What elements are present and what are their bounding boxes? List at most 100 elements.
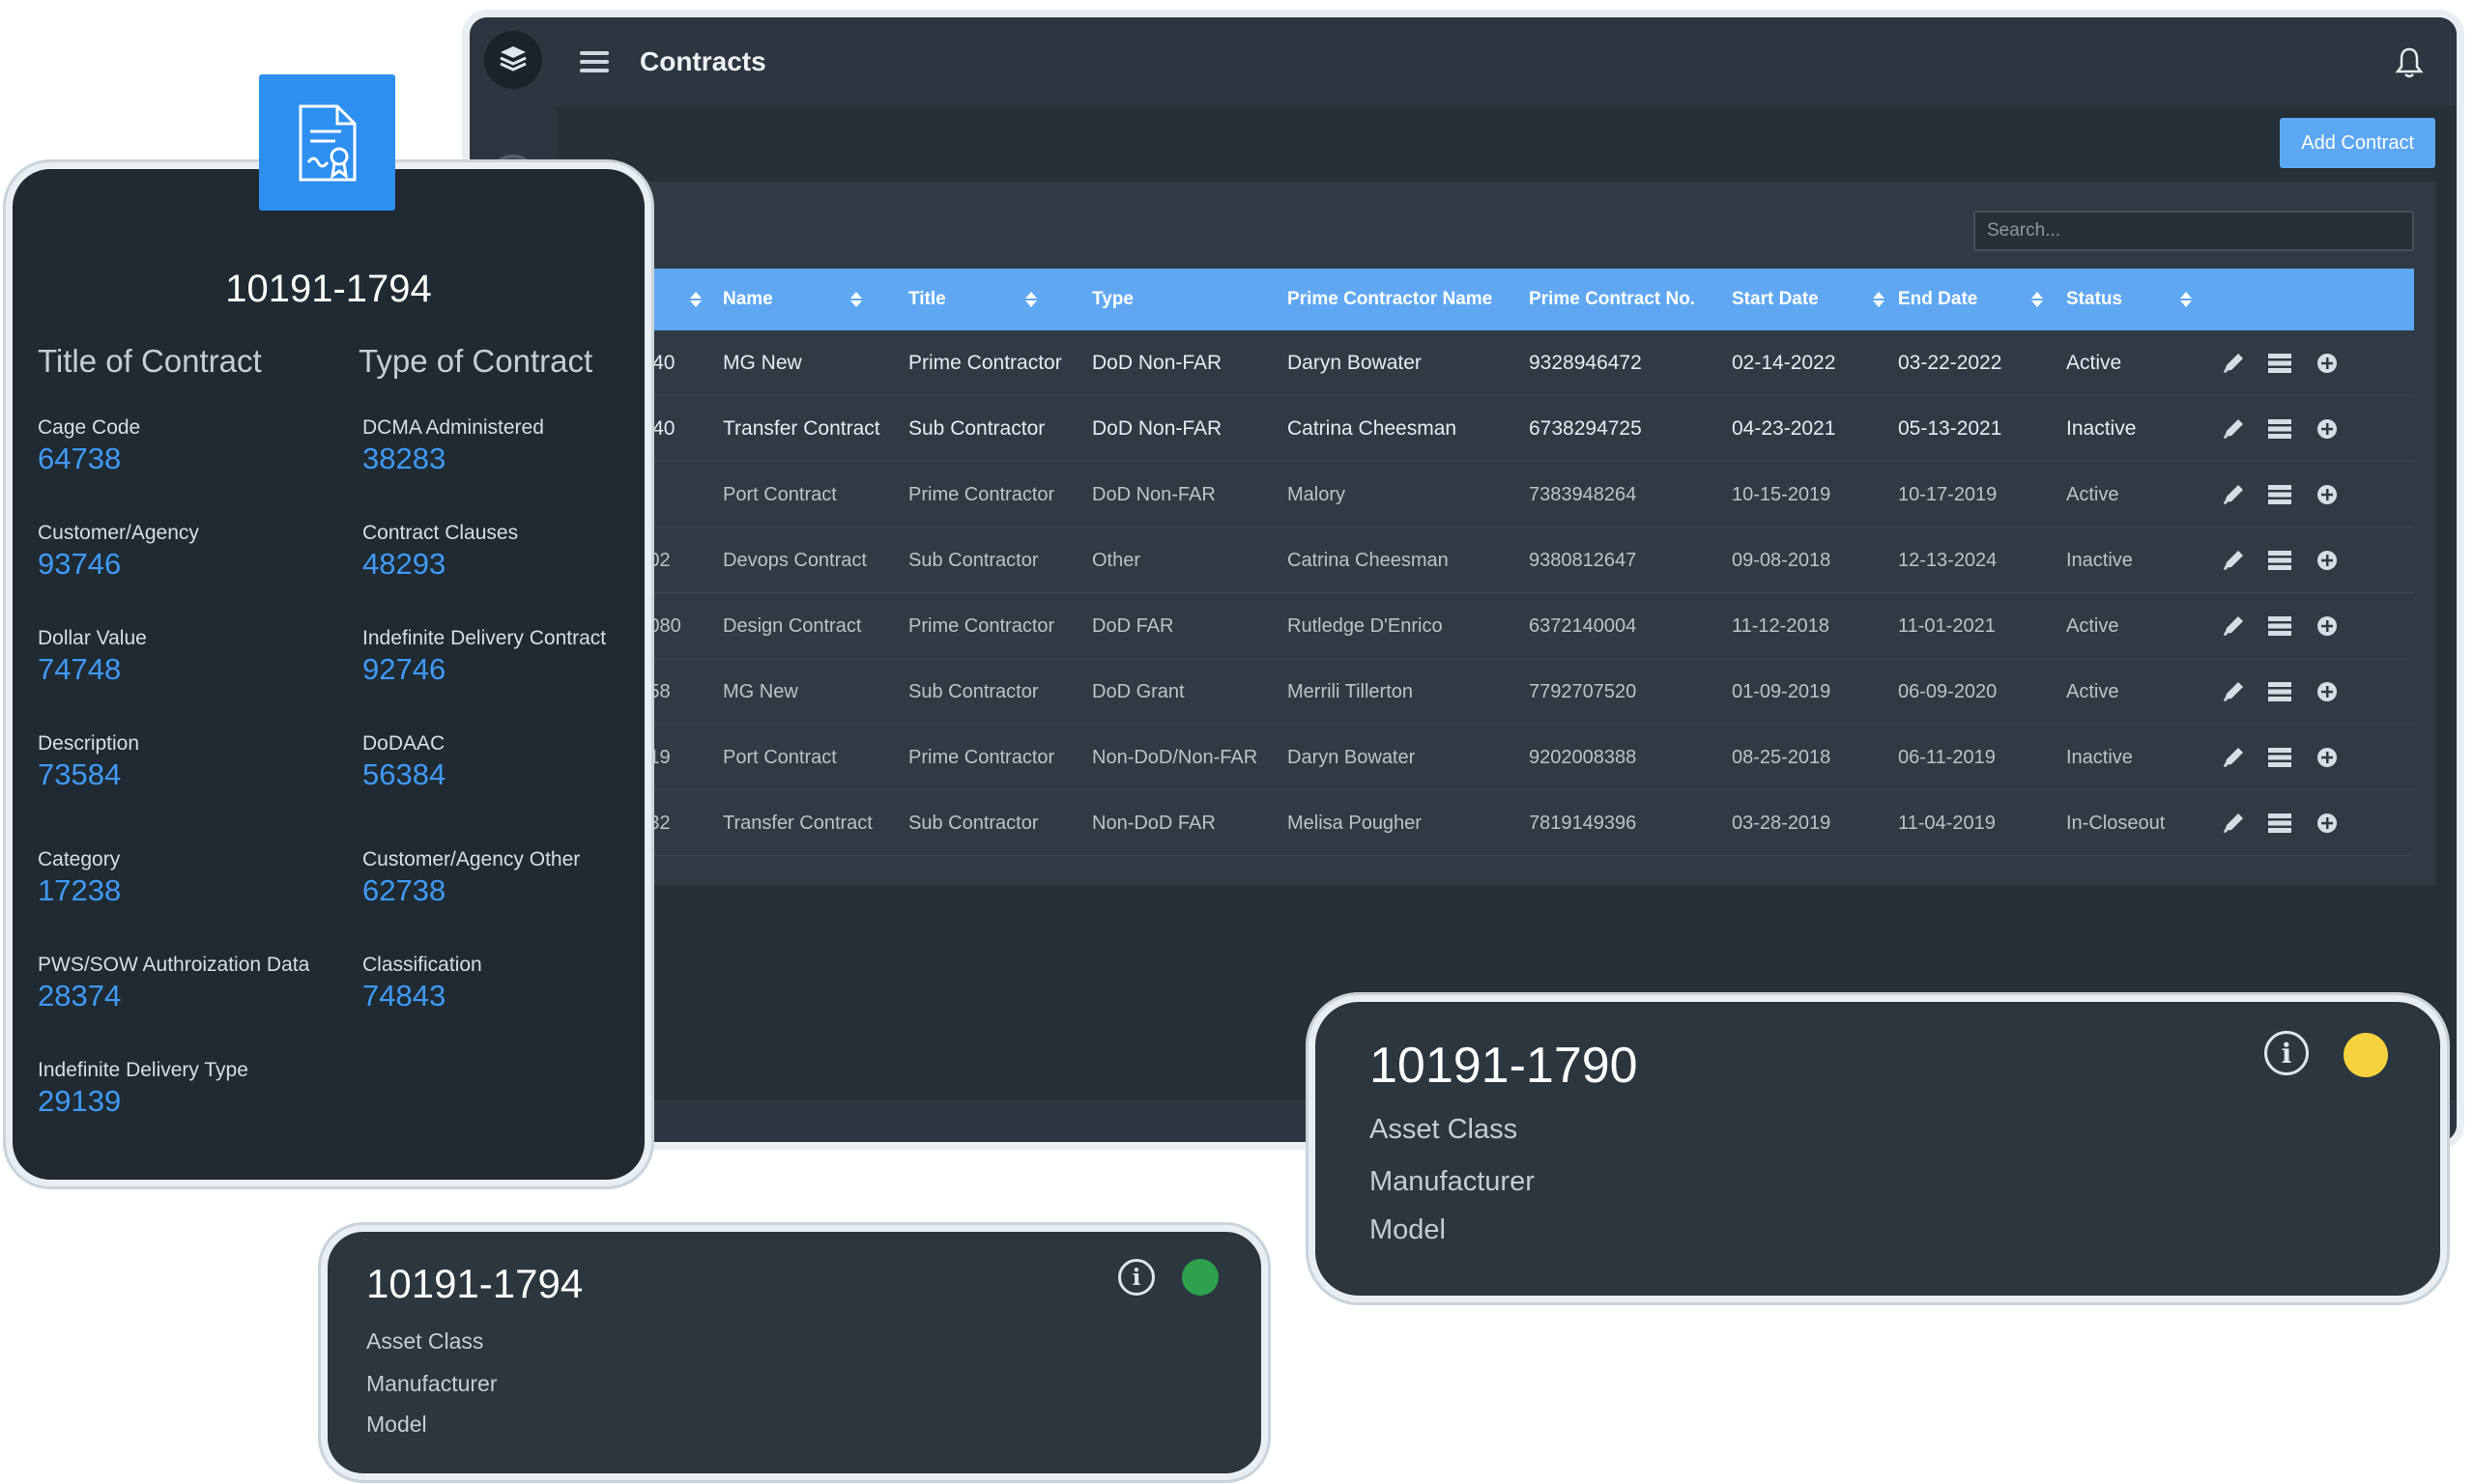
field-value: 56384 <box>362 757 446 791</box>
asset-card[interactable]: 10191-1794 Asset Class Manufacturer Mode… <box>321 1225 1268 1480</box>
column-header[interactable]: Name <box>723 289 862 310</box>
sort-icon[interactable] <box>1872 292 1884 307</box>
contract-id: 10191-1794 <box>225 268 432 310</box>
table-cell: 12-13-2024 <box>1898 550 1998 571</box>
field-label: Customer/Agency Other <box>362 848 581 870</box>
table-row[interactable]: 69190-258MG NewSub ContractorDoD GrantMe… <box>578 659 2414 725</box>
edit-pencil-icon[interactable] <box>2221 812 2246 835</box>
asset-card[interactable]: 10191-1790 Asset Class Manufacturer Mode… <box>1309 995 2447 1302</box>
table-row[interactable]: 63187-032Transfer ContractSub Contractor… <box>578 790 2414 856</box>
column-header-label: End Date <box>1898 289 1978 309</box>
field-value: 73584 <box>38 757 122 791</box>
column-header[interactable]: Status <box>2066 289 2193 310</box>
details-list-icon[interactable] <box>2267 417 2292 441</box>
table-row[interactable]: FirstPort ContractPrime ContractorDoD No… <box>578 462 2414 528</box>
sort-icon[interactable] <box>690 292 703 307</box>
sort-icon[interactable] <box>2031 292 2044 307</box>
table-row[interactable]: 10812-440MG NewPrime ContractorDoD Non-F… <box>578 330 2414 396</box>
field-value: 93746 <box>38 547 122 581</box>
table-cell: 10-15-2019 <box>1732 484 1831 505</box>
field-label: Contract Clauses <box>362 522 519 544</box>
table-cell: 05-13-2021 <box>1898 417 2002 440</box>
add-circle-icon[interactable] <box>2315 614 2340 638</box>
table-cell: DoD FAR <box>1092 615 1174 637</box>
add-circle-icon[interactable] <box>2315 549 2340 572</box>
field-label: DCMA Administered <box>362 416 544 439</box>
info-icon[interactable]: i <box>1118 1259 1155 1296</box>
column-header[interactable]: Title <box>908 289 1037 310</box>
table-cell: Sub Contractor <box>908 417 1046 440</box>
table-cell: Active <box>2066 615 2119 637</box>
table-cell: MG New <box>723 352 802 374</box>
table-cell: Active <box>2066 681 2119 702</box>
search-input[interactable]: Search... <box>1973 211 2414 251</box>
edit-pencil-icon[interactable] <box>2221 483 2246 506</box>
edit-pencil-icon[interactable] <box>2221 746 2246 769</box>
model-label: Model <box>1369 1214 1446 1245</box>
manufacturer-label: Manufacturer <box>366 1371 498 1396</box>
top-bar: Contracts <box>557 17 2457 106</box>
sort-icon[interactable] <box>1024 292 1037 307</box>
table-cell: Sub Contractor <box>908 550 1039 571</box>
table-cell: 6738294725 <box>1529 417 1642 440</box>
table-row[interactable]: 10812-440Transfer ContractSub Contractor… <box>578 396 2414 462</box>
table-cell: Merrili Tillerton <box>1287 681 1414 702</box>
add-circle-icon[interactable] <box>2315 352 2340 375</box>
field-value: 29139 <box>38 1084 122 1118</box>
add-circle-icon[interactable] <box>2315 746 2340 769</box>
sort-icon[interactable] <box>849 292 862 307</box>
column-header: Prime Contract No. <box>1529 289 1695 310</box>
edit-pencil-icon[interactable] <box>2221 680 2246 703</box>
table-cell: Active <box>2066 484 2119 505</box>
table-row[interactable]: 0071-0419Port ContractPrime ContractorNo… <box>578 725 2414 790</box>
add-circle-icon[interactable] <box>2315 417 2340 441</box>
edit-pencil-icon[interactable] <box>2221 614 2246 638</box>
notification-bell-icon[interactable] <box>2395 46 2424 79</box>
details-list-icon[interactable] <box>2267 483 2292 506</box>
table-cell: 9202008388 <box>1529 747 1637 768</box>
table-cell: 7383948264 <box>1529 484 1637 505</box>
type-of-contract-heading: Type of Contract <box>359 343 593 379</box>
table-cell: 9328946472 <box>1529 352 1642 374</box>
edit-pencil-icon[interactable] <box>2221 549 2246 572</box>
details-list-icon[interactable] <box>2267 680 2292 703</box>
column-header-label: Prime Contract No. <box>1529 289 1696 309</box>
edit-pencil-icon[interactable] <box>2221 352 2246 375</box>
details-list-icon[interactable] <box>2267 746 2292 769</box>
info-icon[interactable]: i <box>2264 1031 2309 1075</box>
field-label: Cage Code <box>38 416 141 439</box>
details-list-icon[interactable] <box>2267 549 2292 572</box>
add-contract-button[interactable]: Add Contract <box>2280 118 2435 168</box>
table-body: 10812-440MG NewPrime ContractorDoD Non-F… <box>578 330 2414 856</box>
column-header-label: Type <box>1092 289 1134 309</box>
details-list-icon[interactable] <box>2267 812 2292 835</box>
table-cell: Rutledge D'Enrico <box>1287 615 1443 637</box>
table-row[interactable]: 67345-6080Design ContractPrime Contracto… <box>578 593 2414 659</box>
title-of-contract-heading: Title of Contract <box>38 343 262 379</box>
table-cell: Other <box>1092 550 1141 571</box>
table-header: mberNameTitleTypePrime Contractor NamePr… <box>578 269 2414 330</box>
table-cell: 02-14-2022 <box>1732 352 1836 374</box>
edit-pencil-icon[interactable] <box>2221 417 2246 441</box>
table-cell: Active <box>2066 352 2122 374</box>
column-header[interactable]: Start Date <box>1732 289 1884 310</box>
field-value: 64738 <box>38 442 122 475</box>
hamburger-menu-icon[interactable] <box>578 45 611 78</box>
column-header: Prime Contractor Name <box>1287 289 1492 310</box>
add-circle-icon[interactable] <box>2315 680 2340 703</box>
add-circle-icon[interactable] <box>2315 812 2340 835</box>
column-header[interactable]: End Date <box>1898 289 2044 310</box>
table-cell: Devops Contract <box>723 550 867 571</box>
sort-icon[interactable] <box>2180 292 2193 307</box>
details-list-icon[interactable] <box>2267 352 2292 375</box>
column-header-label: Name <box>723 289 773 309</box>
field-label: Indefinite Delivery Type <box>38 1059 248 1081</box>
table-row[interactable]: 75957-002Devops ContractSub ContractorOt… <box>578 528 2414 593</box>
field-label: PWS/SOW Authroization Data <box>38 954 310 976</box>
table-cell: 08-25-2018 <box>1732 747 1831 768</box>
app-logo-icon[interactable] <box>484 31 542 89</box>
add-circle-icon[interactable] <box>2315 483 2340 506</box>
contract-document-icon <box>259 74 395 211</box>
details-list-icon[interactable] <box>2267 614 2292 638</box>
asset-id: 10191-1790 <box>1369 1038 1638 1094</box>
